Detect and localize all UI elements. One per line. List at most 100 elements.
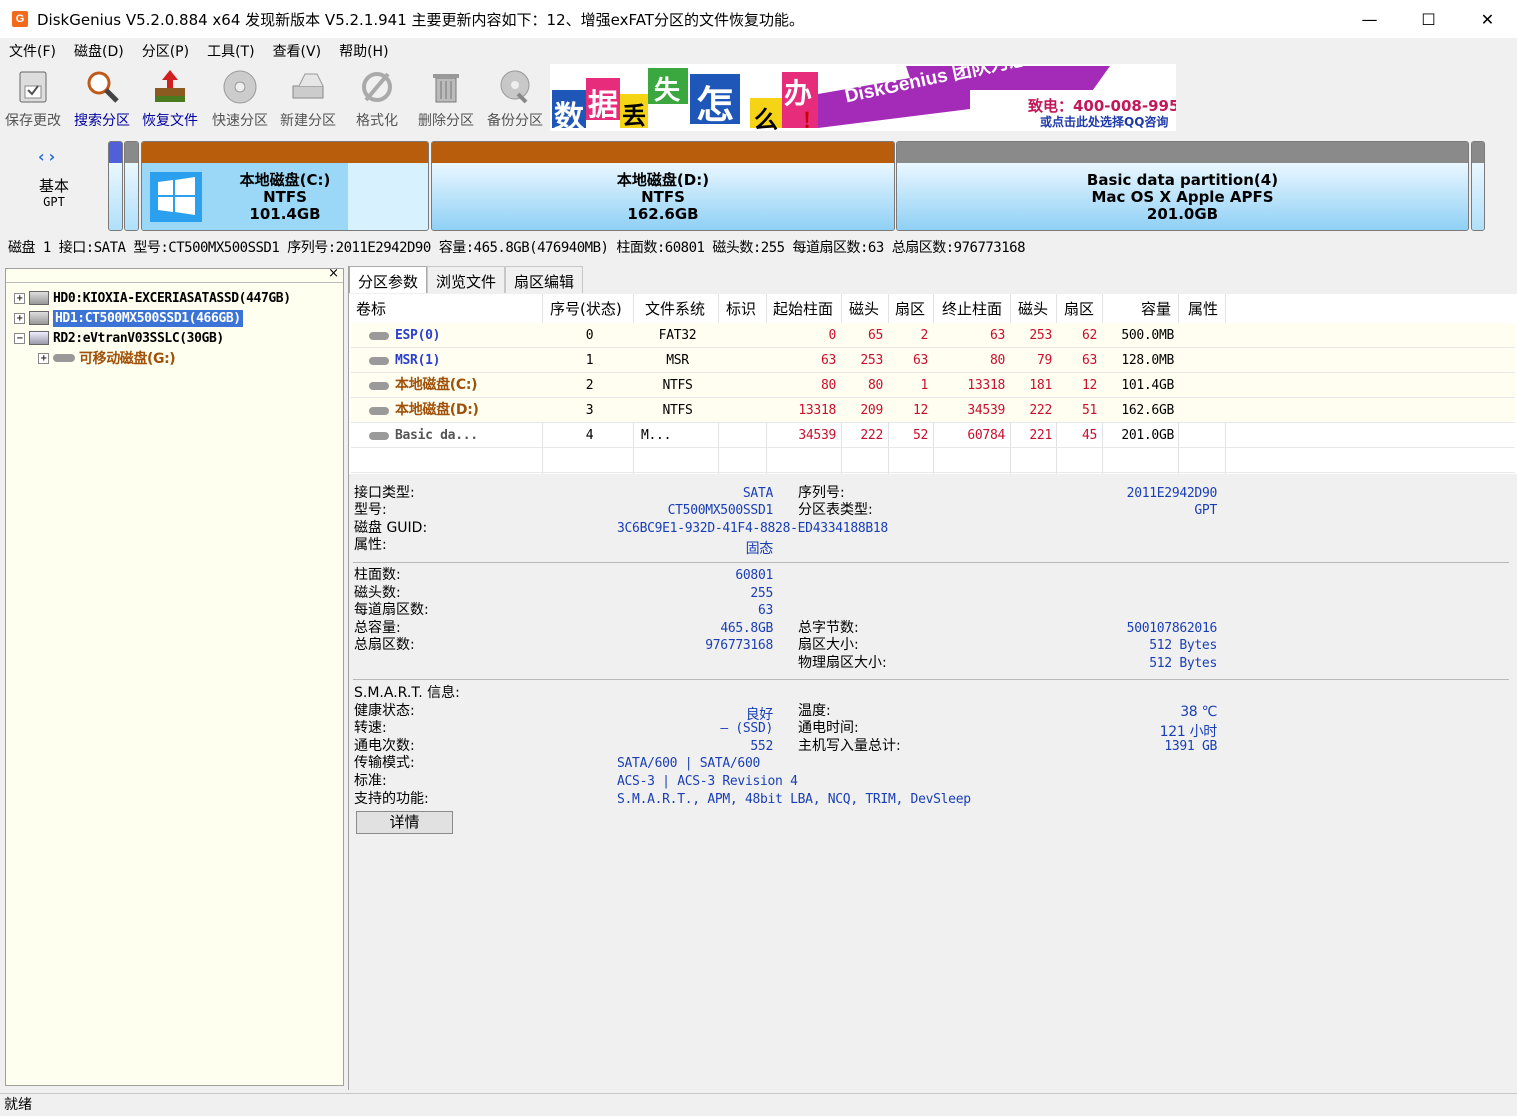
cell-attr — [1180, 323, 1227, 348]
save-changes-button[interactable]: 保存更改 — [5, 68, 61, 132]
tree-expander[interactable]: + — [14, 292, 25, 304]
prop-cyl-label: 柱面数: — [354, 567, 401, 583]
col-header-attr[interactable]: 属性 — [1188, 294, 1218, 322]
prop-ptable-value: GPT — [1194, 503, 1217, 518]
prop-std-value: ACS-3 | ACS-3 Revision 4 — [617, 774, 798, 789]
cell-num: 1 — [585, 353, 594, 368]
tab-sector-edit[interactable]: 扇区编辑 — [505, 266, 584, 293]
table-row[interactable]: Basic da... 4 M... 34539 222 52 60784 221 45 201.… — [351, 423, 1515, 448]
table-row[interactable]: 本地磁盘(C:) 2 NTFS 80 80 1 13318 181 12 101.4GB — [351, 373, 1515, 398]
prop-bytes-value: 500107862016 — [1126, 621, 1218, 636]
recover-files-label: 恢复文件 — [142, 113, 198, 129]
partition-block-esp[interactable] — [108, 141, 123, 231]
disk-scheme-label: GPT — [43, 195, 65, 209]
menu-disk[interactable]: 磁盘(D) — [65, 41, 133, 61]
prop-sectors-label: 总扇区数: — [354, 637, 415, 653]
col-header-id[interactable]: 标识 — [726, 294, 756, 322]
col-header-index[interactable]: 序号(状态) — [550, 294, 622, 322]
tab-partition-params[interactable]: 分区参数 — [349, 266, 428, 293]
banner-char-2: 据 — [588, 88, 618, 123]
menu-help[interactable]: 帮助(H) — [330, 41, 397, 61]
col-header-end-sector[interactable]: 扇区 — [1064, 294, 1094, 322]
col-header-capacity[interactable]: 容量 — [1141, 294, 1171, 322]
banner-char-4: 失 — [654, 76, 681, 106]
tree-item-rd2[interactable]: − RD2:eVtranV03SSLC(30GB) — [14, 328, 224, 348]
tree-expander[interactable]: − — [14, 332, 25, 344]
tree-item-hd0[interactable]: + HD0:KIOXIA-EXCERIASATASSD(447GB) — [14, 288, 291, 308]
tree-item-hd1[interactable]: + HD1:CT500MX500SSD1(466GB) — [14, 308, 243, 328]
prop-cap-value: 465.8GB — [720, 621, 773, 636]
col-header-end-head[interactable]: 磁头 — [1018, 294, 1048, 322]
menu-view[interactable]: 查看(V) — [264, 41, 331, 61]
cell-attr — [1180, 348, 1227, 373]
search-partition-button[interactable]: 搜索分区 — [74, 68, 130, 132]
partition-block-d[interactable]: 本地磁盘(D:) NTFS 162.6GB — [431, 141, 895, 231]
disc-icon — [221, 68, 259, 106]
promo-banner[interactable]: 数 据 丢 失 怎 么 办 ！ DiskGenius 团队为您服务 致电：400… — [550, 64, 1176, 131]
cell-ec: 13318 — [967, 378, 1005, 393]
prop-pcount-value: 552 — [750, 739, 773, 754]
new-partition-button[interactable]: 新建分区 — [280, 68, 336, 132]
tree-close-button[interactable]: × — [328, 266, 339, 281]
disk-nav-arrows[interactable]: ‹› — [38, 147, 59, 166]
col-header-fs[interactable]: 文件系统 — [645, 294, 705, 322]
cell-ss: 1 — [920, 378, 928, 393]
partition-block-apfs[interactable]: Basic data partition(4) Mac OS X Apple A… — [896, 141, 1469, 231]
tab-browse-files[interactable]: 浏览文件 — [427, 266, 506, 293]
tree-item-g[interactable]: + 可移动磁盘(G:) — [38, 348, 176, 368]
col-header-label[interactable]: 卷标 — [356, 294, 386, 322]
tree-expander[interactable]: + — [14, 312, 25, 324]
prop-xfer-value: SATA/600 | SATA/600 — [617, 756, 761, 771]
drive-icon — [289, 68, 327, 106]
table-row[interactable]: MSR(1) 1 MSR 63 253 63 80 79 63 128.0MB — [351, 348, 1515, 373]
table-row[interactable]: 本地磁盘(D:) 3 NTFS 13318 209 12 34539 222 51 162.6GB — [351, 398, 1515, 423]
prop-pcount-label: 通电次数: — [354, 738, 415, 754]
format-button[interactable]: 格式化 — [356, 68, 398, 132]
partition-block-c[interactable]: 本地磁盘(C:) NTFS 101.4GB — [141, 141, 429, 231]
close-button[interactable]: ✕ — [1458, 0, 1517, 38]
recover-files-button[interactable]: 恢复文件 — [142, 68, 198, 132]
col-header-start-head[interactable]: 磁头 — [849, 294, 879, 322]
partition-icon — [369, 332, 389, 340]
save-icon — [14, 68, 52, 106]
menu-tools[interactable]: 工具(T) — [198, 41, 263, 61]
partition-block-free[interactable] — [1471, 141, 1485, 231]
banner-char-3: 丢 — [622, 102, 646, 130]
backup-icon — [496, 68, 534, 106]
cell-ss: 2 — [920, 328, 928, 343]
col-header-start-cyl[interactable]: 起始柱面 — [773, 294, 833, 322]
partition-block-msr[interactable] — [124, 141, 139, 231]
tree-expander[interactable]: + — [38, 352, 49, 364]
prop-serial-label: 序列号: — [798, 485, 845, 501]
cell-id — [720, 423, 768, 448]
minimize-button[interactable]: — — [1340, 0, 1399, 38]
cell-fs: NTFS — [662, 403, 693, 418]
backup-partition-button[interactable]: 备份分区 — [487, 68, 543, 132]
disk-info-line: 磁盘 1 接口:SATA 型号:CT500MX500SSD1 序列号:2011E… — [8, 240, 1026, 256]
prop-temp-value: 38 ℃ — [1180, 704, 1217, 720]
table-row[interactable]: ESP(0) 0 FAT32 0 65 2 63 253 62 500.0MB — [351, 323, 1515, 348]
partition-apfs-size: 201.0GB — [1146, 205, 1219, 223]
delete-partition-button[interactable]: 删除分区 — [418, 68, 474, 132]
partition-d-name: 本地磁盘(D:) — [616, 171, 710, 189]
prop-serial-value: 2011E2942D90 — [1126, 486, 1218, 501]
quick-partition-button[interactable]: 快速分区 — [212, 68, 268, 132]
prop-guid-value: 3C6BC9E1-932D-41F4-8828-ED4334188B18 — [617, 521, 888, 536]
col-header-end-cyl[interactable]: 终止柱面 — [942, 294, 1002, 322]
menu-file[interactable]: 文件(F) — [0, 41, 65, 61]
menu-partition[interactable]: 分区(P) — [133, 41, 198, 61]
cell-cap: 201.0GB — [1121, 428, 1174, 443]
col-header-start-sector[interactable]: 扇区 — [895, 294, 925, 322]
cell-num: 2 — [585, 378, 594, 393]
maximize-button[interactable]: ☐ — [1399, 0, 1458, 38]
prop-model-value: CT500MX500SSD1 — [667, 503, 774, 518]
cell-es: 63 — [1081, 353, 1097, 368]
cell-num: 4 — [585, 428, 594, 443]
partition-icon — [369, 432, 389, 440]
prop-xfer-label: 传输模式: — [354, 755, 415, 771]
cell-attr — [1180, 398, 1227, 423]
details-button[interactable]: 详情 — [356, 811, 453, 834]
cell-ec: 63 — [989, 328, 1005, 343]
cell-attr — [1180, 423, 1227, 448]
cell-sh: 80 — [867, 378, 883, 393]
